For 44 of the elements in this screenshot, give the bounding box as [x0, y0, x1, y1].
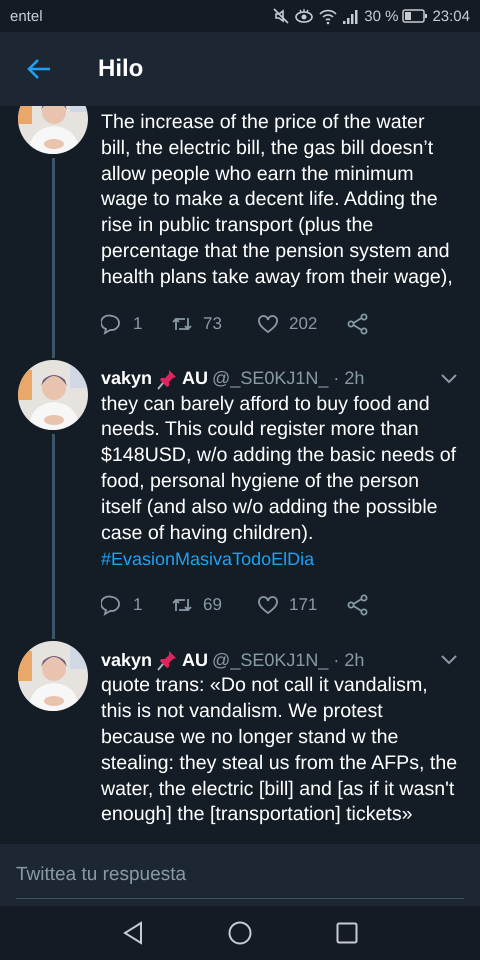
user-tag: AU [182, 650, 208, 671]
user-tag: AU [182, 368, 208, 390]
battery-percent: 30 % [364, 8, 398, 24]
circle-icon [228, 921, 252, 945]
back-arrow-icon [26, 58, 52, 80]
eye-icon [294, 7, 314, 25]
screen-title: Hilo [98, 55, 144, 83]
user-handle: @_SE0KJ1N_ · 2h [212, 368, 366, 390]
back-nav-button[interactable] [122, 921, 144, 945]
share-icon[interactable] [347, 312, 369, 335]
mute-icon [272, 7, 290, 25]
reply-input[interactable]: Twittea tu respuesta [16, 852, 464, 898]
user-name[interactable]: vakyn [101, 650, 152, 671]
heart-icon [257, 594, 279, 616]
heart-button[interactable]: 202 [257, 312, 343, 335]
carrier-name: entel [10, 8, 43, 24]
user-name[interactable]: vakyn [101, 368, 152, 390]
reply-icon [101, 594, 123, 616]
hashtag-link[interactable]: #EvasionMasivaTodoElDia [101, 546, 458, 572]
retweet-button[interactable]: 69 [171, 594, 257, 616]
clock-time: 23:04 [432, 8, 470, 24]
recents-nav-button[interactable] [336, 922, 358, 944]
home-nav-button[interactable] [228, 921, 252, 945]
share-icon[interactable] [347, 594, 369, 616]
pushpin-icon [156, 649, 178, 672]
retweet-button[interactable]: 73 [171, 312, 257, 335]
heart-icon [257, 312, 279, 335]
battery-icon [402, 9, 428, 23]
triangle-icon [122, 921, 144, 945]
reply-field[interactable]: Twittea tu respuesta [0, 844, 480, 906]
square-icon [336, 922, 358, 944]
signal-icon [342, 7, 360, 25]
tweet-text: The increase of the price of the water bill, the electric bill, the gas bill doesn’t allow people who earn the minimum wage to make a decent life. Adding the rise in public transport (plus the percentage that the pension system and health plans take away from their wage), [101, 110, 454, 290]
heart-button[interactable]: 171 [257, 594, 343, 616]
reply-button[interactable]: 1 [101, 594, 171, 616]
wifi-icon [318, 7, 338, 25]
tweet-text: they can barely afford to buy food and needs. This could register more than $148USD, w/o adding the basic needs of food, personal hygiene of the person itself (and also w/o adding the possible case of having children). [101, 392, 458, 546]
reply-icon [101, 312, 123, 335]
pushpin-icon [156, 368, 178, 390]
tweet-text: quote trans: «Do not call it vandalism, this is not vandalism. We protest because we no longer stand w the stealing: they steal us from the AFPs, the water, the electric [bill] and [as if it wasn't enough] the [transportation] tickets» [101, 673, 458, 828]
reply-button[interactable]: 1 [101, 312, 171, 335]
user-handle: @_SE0KJ1N_ · 2h [212, 650, 366, 671]
chevron-down-icon[interactable] [440, 654, 458, 666]
chevron-down-icon[interactable] [440, 372, 458, 385]
